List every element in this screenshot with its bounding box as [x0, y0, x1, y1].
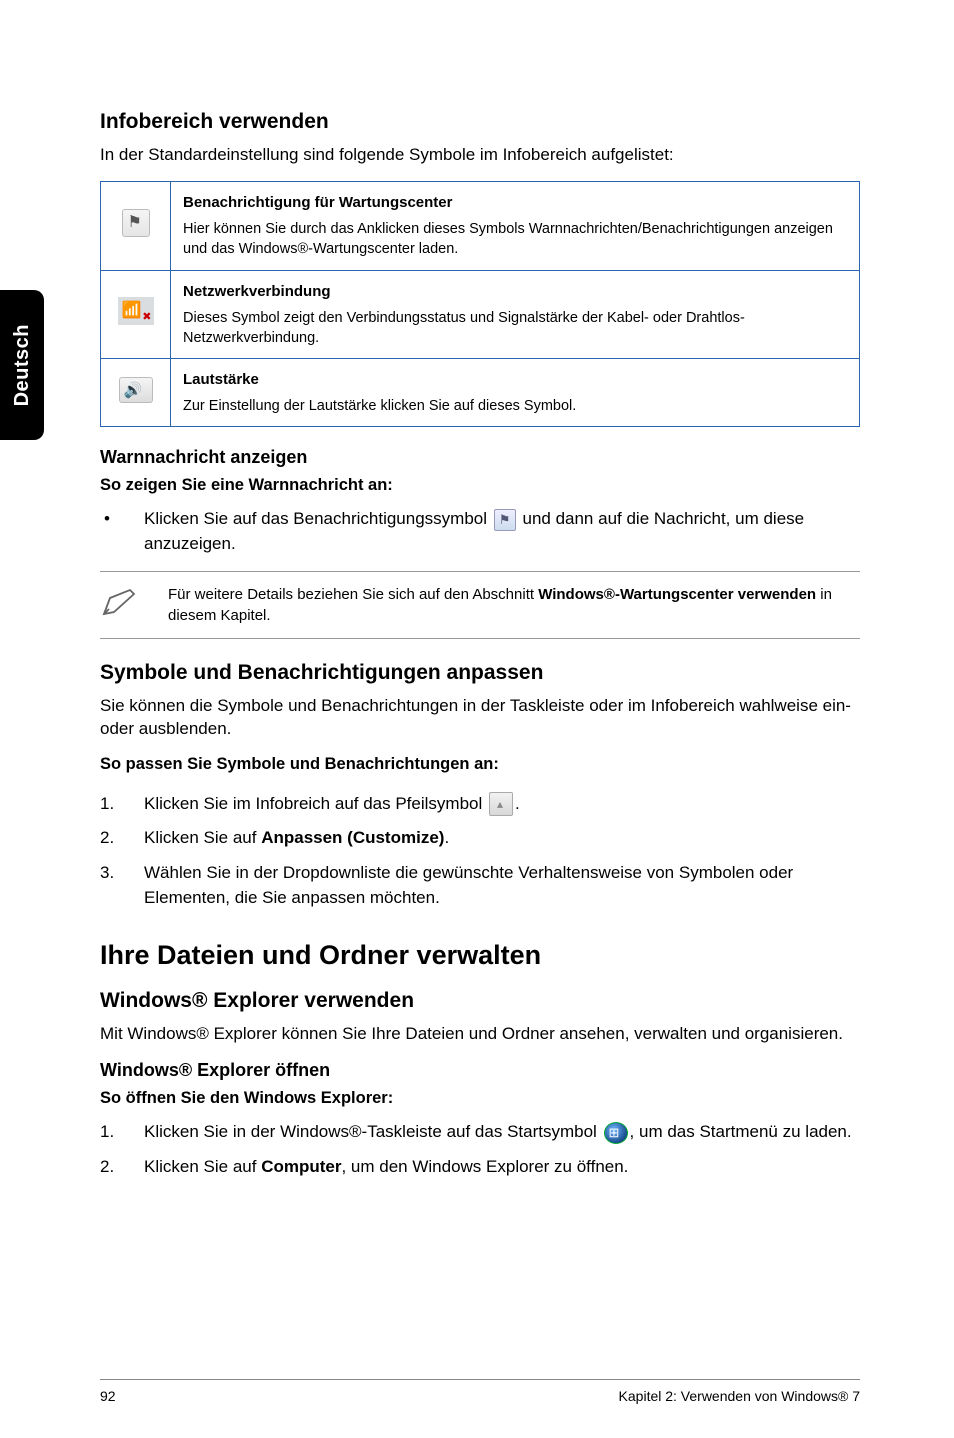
row-title: Lautstärke [183, 369, 847, 390]
text-segment: , um das Startmenü zu laden. [630, 1122, 852, 1141]
text-segment: Klicken Sie auf [144, 828, 261, 847]
overflow-arrow-icon [489, 792, 513, 816]
notification-table: Benachrichtigung für Wartungscenter Hier… [100, 181, 860, 427]
subsub-explorer-open: So öffnen Sie den Windows Explorer: [100, 1089, 860, 1108]
note-box: Für weitere Details beziehen Sie sich au… [100, 571, 860, 639]
note-text: Für weitere Details beziehen Sie sich au… [168, 584, 860, 626]
page-content: Infobereich verwenden In der Standardein… [100, 110, 860, 1195]
row-title: Netzwerkverbindung [183, 281, 847, 302]
start-button-icon [604, 1122, 628, 1144]
list-item: Klicken Sie auf Anpassen (Customize). [100, 826, 860, 851]
cell-icon [101, 181, 171, 270]
cell-icon [101, 359, 171, 427]
text-segment: Klicken Sie im Infobreich auf das Pfeils… [144, 794, 487, 813]
table-row: Benachrichtigung für Wartungscenter Hier… [101, 181, 860, 270]
page-number: 92 [100, 1388, 116, 1404]
bullet-list: Klicken Sie auf das Benachrichtigungssym… [100, 507, 860, 556]
list-item: Klicken Sie in der Windows®-Taskleiste a… [100, 1120, 860, 1145]
intro-infobereich: In der Standardeinstellung sind folgende… [100, 144, 860, 167]
page-footer: 92 Kapitel 2: Verwenden von Windows® 7 [100, 1379, 860, 1404]
row-desc: Hier können Sie durch das Anklicken dies… [183, 221, 833, 257]
heading-dateien: Ihre Dateien und Ordner verwalten [100, 940, 860, 971]
text-segment: Klicken Sie in der Windows®-Taskleiste a… [144, 1122, 602, 1141]
steps-list: Klicken Sie in der Windows®-Taskleiste a… [100, 1120, 860, 1179]
text-segment: . [444, 828, 449, 847]
list-item: Wählen Sie in der Dropdownliste die gewü… [100, 861, 860, 910]
text-segment: . [515, 794, 520, 813]
text-strong: Anpassen (Customize) [261, 828, 444, 847]
text-strong: Windows®-Wartungscenter verwenden [538, 586, 816, 603]
cell-desc: Benachrichtigung für Wartungscenter Hier… [171, 181, 860, 270]
table-row: Lautstärke Zur Einstellung der Lautstärk… [101, 359, 860, 427]
text-strong: Computer [261, 1157, 341, 1176]
action-center-icon [122, 209, 150, 237]
heading-symbole: Symbole und Benachrichtigungen anpassen [100, 661, 860, 685]
intro-explorer: Mit Windows® Explorer können Sie Ihre Da… [100, 1023, 860, 1046]
subheading-explorer-open: Windows® Explorer öffnen [100, 1060, 860, 1081]
heading-warnnachricht: Warnnachricht anzeigen [100, 447, 860, 468]
language-label: Deutsch [11, 324, 34, 406]
volume-icon [119, 377, 153, 403]
chapter-label: Kapitel 2: Verwenden von Windows® 7 [619, 1388, 860, 1404]
list-item: Klicken Sie im Infobreich auf das Pfeils… [100, 792, 860, 817]
text-segment: Klicken Sie auf [144, 1157, 261, 1176]
list-item: Klicken Sie auf das Benachrichtigungssym… [100, 507, 860, 556]
language-side-tab: Deutsch [0, 290, 44, 440]
intro-symbole: Sie können die Symbole und Benachrichtun… [100, 695, 860, 741]
text-segment: Für weitere Details beziehen Sie sich au… [168, 586, 538, 603]
text-segment: , um den Windows Explorer zu öffnen. [341, 1157, 628, 1176]
action-center-icon [494, 509, 516, 531]
row-desc: Zur Einstellung der Lautstärke klicken S… [183, 398, 576, 414]
heading-infobereich: Infobereich verwenden [100, 110, 860, 134]
row-title: Benachrichtigung für Wartungscenter [183, 192, 847, 213]
cell-desc: Netzwerkverbindung Dieses Symbol zeigt d… [171, 270, 860, 359]
subheading-warnnachricht: So zeigen Sie eine Warnnachricht an: [100, 476, 860, 495]
cell-icon [101, 270, 171, 359]
table-row: Netzwerkverbindung Dieses Symbol zeigt d… [101, 270, 860, 359]
cell-desc: Lautstärke Zur Einstellung der Lautstärk… [171, 359, 860, 427]
network-icon [118, 297, 154, 325]
heading-explorer: Windows® Explorer verwenden [100, 989, 860, 1013]
note-icon [100, 584, 148, 626]
text-segment: Klicken Sie auf das Benachrichtigungssym… [144, 509, 492, 528]
list-item: Klicken Sie auf Computer, um den Windows… [100, 1155, 860, 1180]
row-desc: Dieses Symbol zeigt den Verbindungsstatu… [183, 310, 745, 346]
subheading-symbole: So passen Sie Symbole und Benachrichtung… [100, 755, 860, 774]
steps-list: Klicken Sie im Infobreich auf das Pfeils… [100, 792, 860, 911]
